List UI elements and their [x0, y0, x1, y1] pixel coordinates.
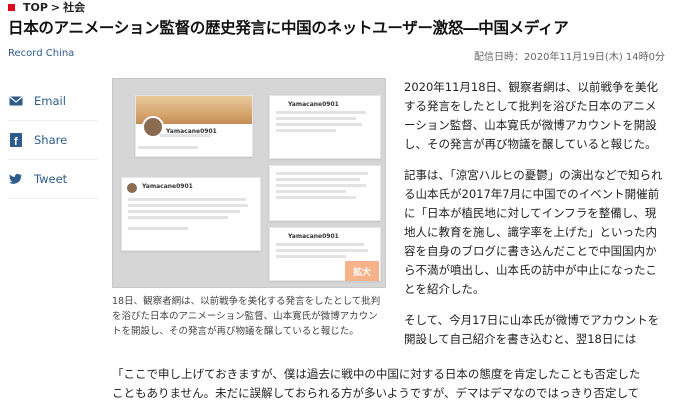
- post-avatar: [126, 182, 138, 194]
- breadcrumb-section-link[interactable]: 社会: [63, 0, 85, 15]
- article-paragraph-1: 2020年11月18日、観察者網は、以前戦争を美化する発言をしたとして批判を浴び…: [404, 80, 659, 151]
- article-source-link[interactable]: Record China: [8, 48, 74, 59]
- weibo-profile-card: Yamacane0901: [135, 95, 253, 157]
- article-quote-line-2: こともありません。未だに誤解しておられる方が多いようですが、デマはデマなのではっ…: [112, 386, 640, 400]
- article-date: 配信日時：2020年11月19日(木) 14時0分: [474, 52, 665, 63]
- post-author-name: Yamacane0901: [142, 183, 193, 190]
- article-paragraph-3: そして、今月17日に山本氏が微博でアカウントを開設して自己紹介を書き込むと、翌1…: [404, 313, 660, 346]
- article-body: 2020年11月18日、観察者網は、以前戦争を美化する発言をしたとして批判を浴び…: [404, 78, 666, 361]
- article-quote-line-1: 「ここで申し上げておきますが、僕は過去に戦中の中国に対する日本の態度を肯定したこ…: [112, 367, 641, 381]
- weibo-post-card-left: Yamacane0901: [121, 177, 261, 251]
- weibo-post-card-right-top: Yamacane0901: [269, 95, 381, 159]
- post-author-name: Yamacane0901: [288, 101, 339, 108]
- mail-icon: [8, 93, 24, 109]
- facebook-share-label: Share: [34, 133, 68, 147]
- article-quote: 「ここで申し上げておきますが、僕は過去に戦中の中国に対する日本の態度を肯定したこ…: [112, 365, 666, 403]
- breadcrumb-separator: >: [50, 0, 61, 14]
- enlarge-button[interactable]: 拡大: [345, 261, 379, 281]
- post-author-name: Yamacane0901: [288, 233, 339, 240]
- article-headline: 日本のアニメーション監督の歴史発言に中国のネットユーザー激怒―中国メディア: [8, 19, 569, 37]
- photo-caption: 18日、観察者網は、以前戦争を美化する発言をしたとして批判を浴びた日本のアニメー…: [112, 296, 381, 337]
- article-paragraph-2: 記事は、「涼宮ハルヒの憂鬱」の演出などで知られる山本氏が2017年7月に中国での…: [404, 168, 663, 296]
- tweet-share-button[interactable]: Tweet: [8, 160, 98, 199]
- twitter-bird-icon: [8, 171, 24, 187]
- breadcrumb-top-link[interactable]: TOP: [23, 1, 48, 14]
- breadcrumb: TOP > 社会: [8, 0, 85, 14]
- share-panel: Email f Share Tweet: [8, 82, 98, 199]
- tweet-share-label: Tweet: [34, 172, 68, 186]
- svg-text:f: f: [14, 136, 18, 147]
- facebook-share-button[interactable]: f Share: [8, 121, 98, 160]
- weibo-post-card-right-middle: [269, 165, 381, 221]
- email-share-label: Email: [34, 94, 66, 108]
- facebook-icon: f: [8, 132, 24, 148]
- email-share-button[interactable]: Email: [8, 82, 98, 121]
- article-photo[interactable]: Yamacane0901 Yamacane0901 Yamacane0901 Y…: [112, 78, 386, 288]
- breadcrumb-marker-icon: [8, 3, 15, 11]
